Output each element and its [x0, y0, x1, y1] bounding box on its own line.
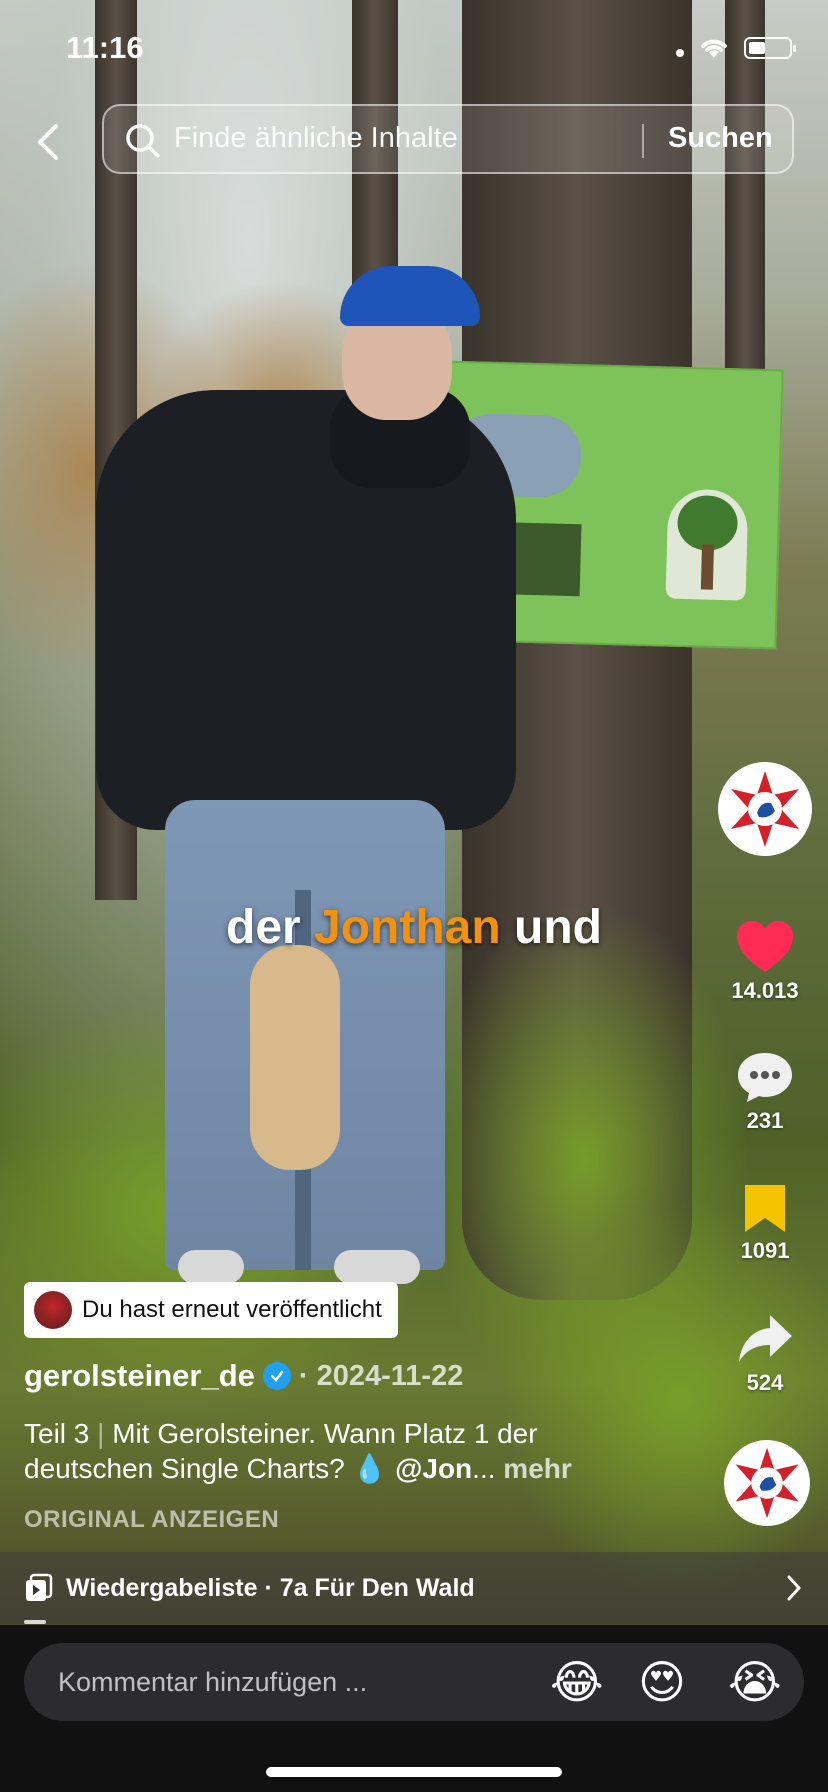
caption-text: und — [500, 901, 602, 954]
emoji-heart-eyes-button[interactable]: 😍 — [638, 1653, 686, 1711]
sound-disc[interactable] — [724, 1440, 810, 1526]
gerolsteiner-logo-icon — [735, 1447, 799, 1519]
back-icon[interactable] — [28, 118, 68, 166]
comment-input[interactable]: Kommentar hinzufügen ... 😂 😍 😭 — [24, 1643, 804, 1721]
gerolsteiner-logo-icon — [731, 771, 799, 847]
poster-tree-drawing — [665, 488, 749, 601]
playlist-label: Wiedergabeliste · 7a Für Den Wald — [66, 1573, 475, 1602]
user-avatar — [34, 1291, 72, 1329]
comment-placeholder: Kommentar hinzufügen ... — [58, 1667, 368, 1697]
comment-count: 231 — [746, 1108, 784, 1133]
post-description[interactable]: Teil 3 | Mit Gerolsteiner. Wann Platz 1 … — [24, 1416, 664, 1486]
search-bar[interactable]: Finde ähnliche Inhalte Suchen — [102, 104, 794, 174]
person-shoe — [334, 1250, 420, 1284]
search-icon — [126, 124, 160, 158]
desc-part: Teil 3 — [24, 1418, 90, 1449]
repost-text: Du hast erneut veröffentlicht — [82, 1296, 382, 1323]
chevron-right-icon — [787, 1575, 802, 1601]
status-time: 11:16 — [66, 30, 144, 65]
repost-badge[interactable]: Du hast erneut veröffentlicht — [24, 1282, 398, 1338]
author-name[interactable]: gerolsteiner_de — [24, 1358, 255, 1394]
heart-icon — [737, 921, 793, 972]
search-divider — [642, 124, 644, 158]
desc-ellipsis: ... — [472, 1453, 496, 1484]
mention-link[interactable]: @Jon — [395, 1453, 472, 1484]
emoji-cry-button[interactable]: 😭 — [728, 1653, 782, 1711]
share-count: 524 — [746, 1370, 784, 1395]
desc-separator: | — [89, 1418, 113, 1449]
favorite-count: 1091 — [740, 1238, 790, 1263]
show-original-link[interactable]: ORIGINAL ANZEIGEN — [24, 1506, 279, 1534]
comment-button[interactable]: 231 — [718, 1050, 812, 1134]
search-input[interactable]: Finde ähnliche Inhalte — [174, 122, 458, 155]
playlist-icon — [26, 1573, 53, 1601]
video-progress[interactable] — [24, 1620, 46, 1624]
caption-text: der — [226, 901, 315, 954]
caption-highlight: Jonthan — [314, 901, 501, 954]
signal-icon — [676, 49, 684, 57]
author-row: gerolsteiner_de · 2024-11-22 — [24, 1358, 463, 1394]
status-bar: 11:16 — [0, 0, 828, 90]
share-icon — [739, 1315, 792, 1362]
share-button[interactable]: 524 — [718, 1312, 812, 1396]
post-date: · 2024-11-22 — [298, 1359, 464, 1392]
person-cap — [340, 266, 480, 326]
creator-avatar[interactable] — [718, 762, 812, 856]
emoji-laugh-button[interactable]: 😂 — [550, 1653, 604, 1711]
guitar — [250, 945, 340, 1170]
comment-bar: Kommentar hinzufügen ... 😂 😍 😭 — [0, 1625, 828, 1792]
favorite-button[interactable]: 1091 — [718, 1182, 812, 1264]
status-icons — [676, 36, 796, 60]
battery-icon — [744, 37, 796, 59]
wifi-icon — [701, 39, 727, 58]
comment-icon — [738, 1053, 792, 1102]
like-count: 14.013 — [731, 978, 799, 1003]
person-shoe — [178, 1250, 244, 1284]
playlist-bar[interactable]: Wiedergabeliste · 7a Für Den Wald — [0, 1552, 828, 1624]
video-caption: der Jonthan und — [0, 900, 828, 955]
home-indicator[interactable] — [266, 1767, 562, 1777]
like-button[interactable]: 14.013 — [718, 920, 812, 1004]
more-link[interactable]: mehr — [496, 1453, 571, 1484]
search-button[interactable]: Suchen — [668, 122, 773, 155]
bookmark-icon — [745, 1185, 785, 1232]
verified-badge-icon — [262, 1362, 291, 1390]
